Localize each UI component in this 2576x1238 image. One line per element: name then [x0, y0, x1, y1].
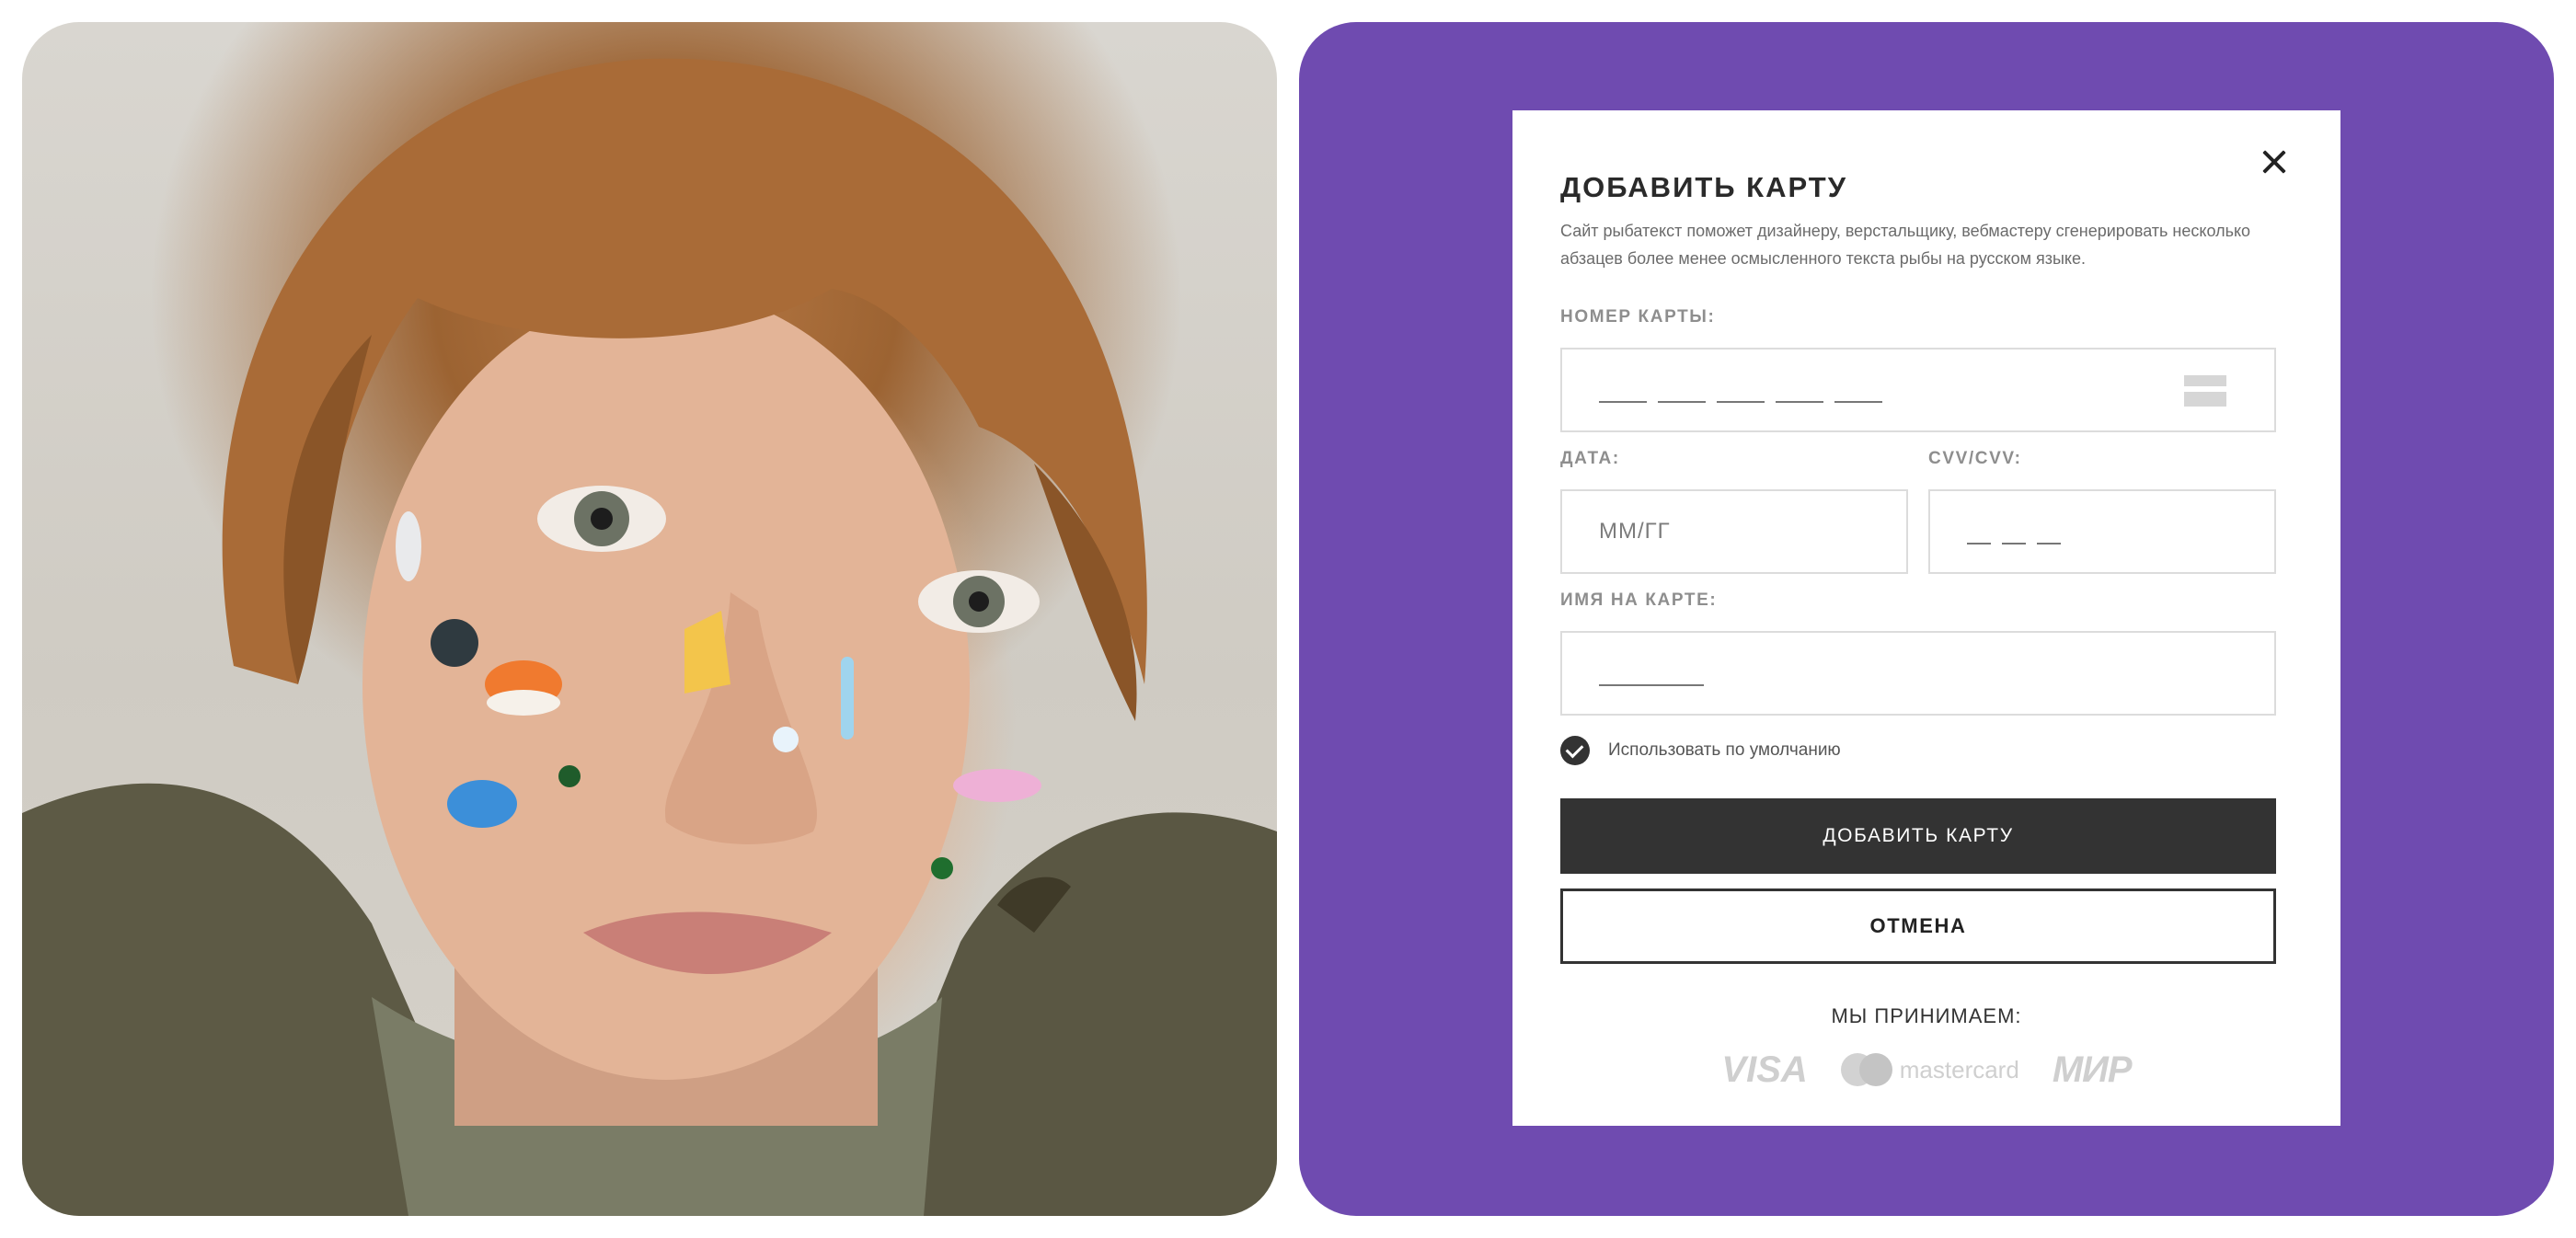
mastercard-wordmark: mastercard	[1899, 1055, 2019, 1083]
cardholder-name-input[interactable]	[1560, 631, 2276, 716]
cvv-placeholder	[1967, 543, 2061, 544]
modal-description: Сайт рыбатекст поможет дизайнеру, верста…	[1560, 222, 2251, 268]
expiry-date-input[interactable]: ММ/ГГ	[1560, 489, 1908, 574]
add-card-modal: ДОБАВИТЬ КАРТУ Сайт рыбатекст поможет ди…	[1512, 110, 2340, 1126]
hero-photo	[22, 22, 1277, 1216]
payment-logos: VISA mastercard МИР	[1512, 1047, 2340, 1093]
portrait-illustration	[22, 58, 1277, 1216]
cvv-label: CVV/CVV:	[1928, 449, 2022, 468]
card-number-label: НОМЕР КАРТЫ:	[1560, 307, 1716, 327]
card-number-placeholder	[1599, 401, 1882, 403]
card-icon	[2184, 375, 2226, 407]
date-label: ДАТА:	[1560, 449, 1620, 468]
cancel-button[interactable]: ОТМЕНА	[1560, 888, 2276, 964]
accepted-payments-title: МЫ ПРИНИМАЕМ:	[1831, 1004, 2022, 1027]
modal-title: ДОБАВИТЬ КАРТУ	[1560, 171, 1847, 203]
close-icon[interactable]	[2256, 143, 2293, 180]
default-checkbox-label: Использовать по умолчанию	[1608, 740, 1841, 760]
mir-logo: МИР	[2052, 1049, 2133, 1090]
mastercard-logo: mastercard	[1840, 1053, 2019, 1086]
cardholder-placeholder	[1599, 684, 1704, 686]
purple-background-panel: ДОБАВИТЬ КАРТУ Сайт рыбатекст поможет ди…	[1299, 22, 2554, 1216]
mastercard-circles-icon	[1840, 1053, 1892, 1086]
cvv-input[interactable]	[1928, 489, 2276, 574]
card-number-input[interactable]	[1560, 348, 2276, 432]
expiry-date-placeholder: ММ/ГГ	[1599, 519, 1671, 544]
cardholder-label: ИМЯ НА КАРТЕ:	[1560, 590, 1718, 610]
visa-logo: VISA	[1721, 1049, 1808, 1090]
add-card-button[interactable]: ДОБАВИТЬ КАРТУ	[1560, 798, 2276, 874]
default-checkbox[interactable]	[1560, 736, 1590, 765]
